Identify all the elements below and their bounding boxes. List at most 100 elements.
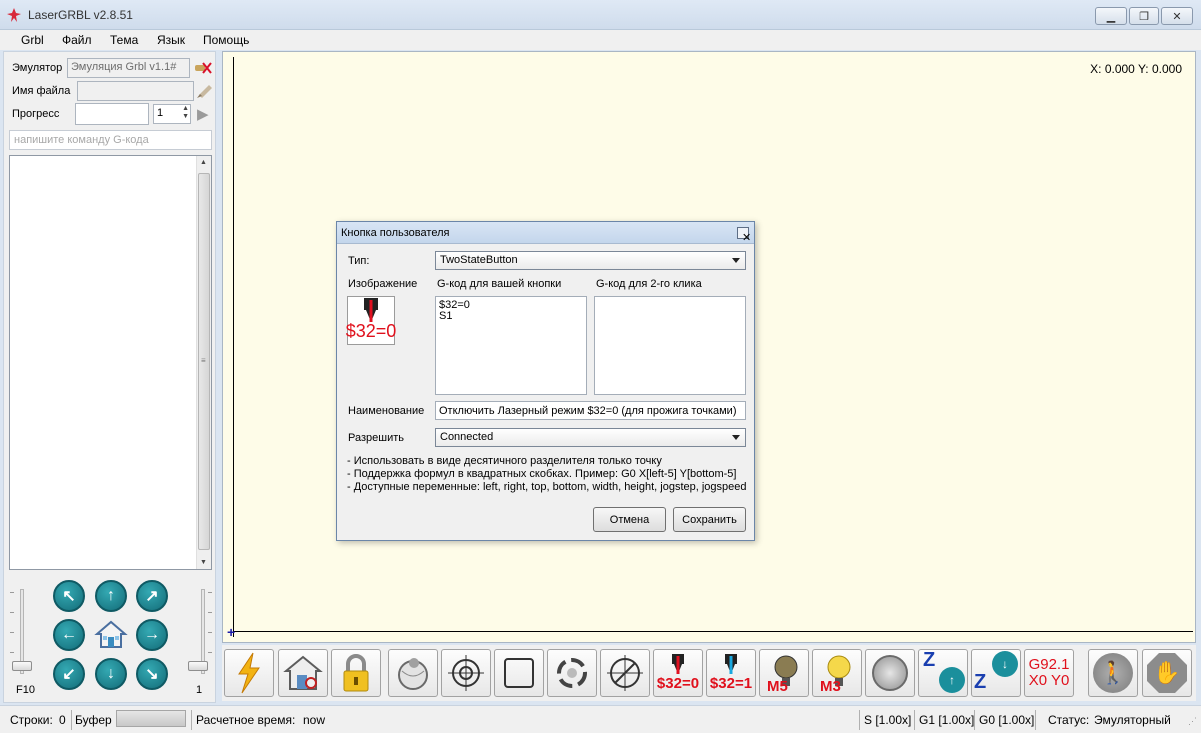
open-file-icon[interactable]: [197, 83, 213, 98]
menu-grbl[interactable]: Grbl: [21, 33, 44, 47]
minimize-button[interactable]: ▁: [1095, 7, 1127, 25]
laser-mode-on-button[interactable]: $32=1: [706, 649, 756, 697]
scroll-down-icon[interactable]: ▼: [200, 559, 207, 566]
laser-on-text: $32=1: [709, 674, 753, 692]
arrow-down-icon: ↓: [992, 651, 1018, 677]
enable-select[interactable]: Connected: [435, 428, 746, 447]
z-down-button[interactable]: Z ↓: [971, 649, 1021, 697]
menu-bar: Grbl Файл Тема Язык Помощь: [0, 30, 1201, 50]
arrow-up-icon: ↑: [939, 667, 965, 693]
progress-bar: [75, 103, 149, 125]
step-label: 1: [196, 684, 203, 696]
lines-label: Строки:: [10, 713, 53, 727]
stepper-arrows-icon[interactable]: ▲ ▼: [182, 105, 189, 121]
lightning-icon: [238, 652, 260, 694]
menu-theme[interactable]: Тема: [110, 33, 138, 47]
chevron-down-icon: [732, 258, 740, 263]
homing-button[interactable]: [278, 649, 328, 697]
maximize-button[interactable]: ❐: [1129, 7, 1159, 25]
play-icon[interactable]: ▶: [197, 105, 209, 123]
cancel-button[interactable]: Отмена: [593, 507, 666, 532]
origin-cross-icon: +: [227, 624, 236, 640]
walk-icon: 🚶: [1093, 653, 1133, 693]
console-scrollbar[interactable]: ▲ ≡ ▼: [196, 156, 211, 569]
console-log: ▲ ≡ ▼: [9, 155, 212, 570]
z-up-button[interactable]: Z ↑: [918, 649, 968, 697]
frame-icon: [504, 658, 534, 688]
arrow-s-icon: ↓: [107, 665, 115, 682]
g92-button[interactable]: G92.1 X0 Y0: [1024, 649, 1074, 697]
type-select[interactable]: TwoStateButton: [435, 251, 746, 270]
menu-file[interactable]: Файл: [62, 33, 92, 47]
buffer-bar: [116, 710, 186, 727]
m5-text: M5: [767, 678, 788, 693]
scroll-up-icon[interactable]: ▲: [200, 159, 207, 166]
gcode2-textarea[interactable]: [594, 296, 746, 395]
bulb-on-icon: M3: [820, 655, 851, 693]
stop-hand-icon: ✋: [1147, 653, 1187, 693]
jog-n-button[interactable]: ↑: [95, 580, 127, 612]
estimated-time-label: Расчетное время:: [196, 713, 296, 727]
custom-button-dialog: Кнопка пользователя ✕ Тип: TwoStateButto…: [336, 221, 755, 541]
rotate-button[interactable]: [547, 649, 597, 697]
laser-on-m3-button[interactable]: M3: [812, 649, 862, 697]
arrow-nw-icon: ↖: [62, 588, 76, 605]
arrow-sw-icon: ↙: [62, 666, 76, 683]
save-button[interactable]: Сохранить: [673, 507, 746, 532]
stop-button[interactable]: ✋: [1142, 649, 1192, 697]
arrow-n-icon: ↑: [107, 587, 115, 604]
jog-w-button[interactable]: ←: [53, 619, 85, 651]
disconnect-icon[interactable]: [193, 59, 213, 77]
jog-nw-button[interactable]: ↖: [53, 580, 85, 612]
jog-ne-button[interactable]: ↗: [136, 580, 168, 612]
speed-slider-thumb[interactable]: [12, 661, 32, 671]
jog-s-button[interactable]: ↓: [95, 658, 127, 690]
status-label: Статус:: [1048, 713, 1090, 727]
unlock-button[interactable]: [331, 649, 381, 697]
arrow-e-icon: →: [144, 626, 160, 643]
laser-off-text: $32=0: [656, 674, 700, 692]
resize-grip-icon[interactable]: ⋰: [1188, 716, 1197, 727]
frame-button[interactable]: [494, 649, 544, 697]
y-axis: [233, 57, 234, 637]
filename-label: Имя файла: [12, 85, 71, 97]
menu-help[interactable]: Помощь: [203, 33, 249, 47]
laser-off-m5-button[interactable]: M5: [759, 649, 809, 697]
goto-position-button[interactable]: [388, 649, 438, 697]
padlock-icon: [343, 654, 369, 692]
arrow-w-icon: ←: [61, 626, 77, 643]
gcode2-label: G-код для 2-го клика: [596, 278, 702, 290]
laser-mode-off-button[interactable]: $32=0: [653, 649, 703, 697]
globe-pin-icon: [398, 658, 428, 690]
jog-home-button[interactable]: [94, 618, 128, 650]
resume-button[interactable]: 🚶: [1088, 649, 1138, 697]
g1-override[interactable]: G1 [1.00x]: [919, 713, 974, 727]
repeat-stepper[interactable]: 1 ▲ ▼: [153, 104, 191, 124]
custom-button-toolbar: $32=0 $32=1 M5 M3 Z ↑ Z ↓ G92.1 X0 Y0 🚶 …: [222, 645, 1196, 701]
rotate-icon: [557, 658, 587, 688]
name-input[interactable]: Отключить Лазерный режим $32=0 (для прож…: [435, 401, 746, 420]
center-button[interactable]: [441, 649, 491, 697]
dialog-close-button[interactable]: ✕: [737, 227, 751, 244]
connect-button[interactable]: [224, 649, 274, 697]
g0-override[interactable]: G0 [1.00x]: [979, 713, 1034, 727]
lines-value: 0: [59, 713, 66, 727]
laser-head-off-icon: [671, 653, 684, 674]
gcode-command-input[interactable]: напишите команду G-кода: [9, 130, 212, 150]
center-arrows-button[interactable]: [600, 649, 650, 697]
close-button[interactable]: ✕: [1161, 7, 1193, 25]
bulb-off-icon: M5: [767, 655, 798, 693]
step-slider-thumb[interactable]: [188, 661, 208, 671]
button-image-picker[interactable]: $32=0: [346, 296, 396, 345]
s-override[interactable]: S [1.00x]: [864, 713, 911, 727]
menu-language[interactable]: Язык: [157, 33, 185, 47]
jog-e-button[interactable]: →: [136, 619, 168, 651]
crosshair-icon: [448, 655, 484, 691]
diagonal-move-button[interactable]: [865, 649, 915, 697]
diagonal-arrows-icon: [872, 655, 908, 691]
gcode-textarea[interactable]: $32=0 S1: [435, 296, 587, 395]
status-bar: Строки: 0 Буфер Расчетное время: now S […: [0, 705, 1201, 733]
dialog-title-bar: Кнопка пользователя ✕: [337, 222, 754, 244]
jog-se-button[interactable]: ↘: [136, 658, 168, 690]
jog-sw-button[interactable]: ↙: [53, 658, 85, 690]
